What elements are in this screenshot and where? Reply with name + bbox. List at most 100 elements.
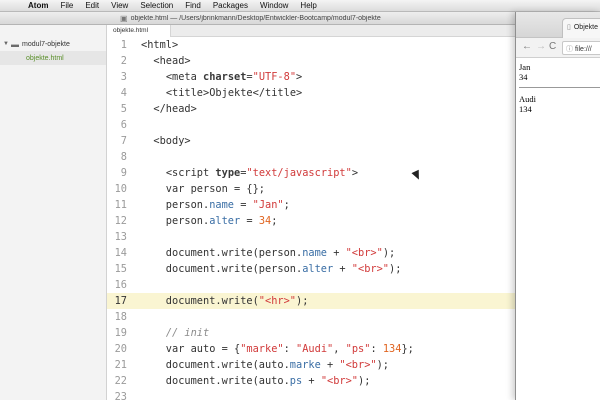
forward-arrow-icon[interactable]: → [536,41,546,52]
code-text: <head> [153,55,191,67]
project-folder-label: modul7-objekte [22,40,70,48]
chevron-down-icon[interactable]: ▼ [3,41,11,47]
code-line[interactable]: 6 [107,117,515,133]
code-text: <html> [141,39,179,51]
page-content: Jan 34 Audi 134 [516,58,600,118]
line-number: 11 [114,199,127,211]
reload-icon[interactable]: C [549,41,556,52]
menu-packages[interactable]: Packages [207,1,254,10]
url-bar[interactable]: ⓘ file:/// [562,41,600,55]
line-number: 23 [114,391,127,400]
line-number: 17 [114,295,127,307]
line-number: 1 [120,39,127,51]
code-text: </head> [153,103,197,115]
browser-toolbar: ← → C ⓘ file:/// [516,38,600,58]
code-editor[interactable]: 1 <html> 2 <head> 3 <meta charset="UTF-8"> 4… [107,37,515,400]
code-line[interactable]: 12 person.alter = 34; [107,213,515,229]
output-person-name: Jan [519,62,531,72]
code-line[interactable]: 4 <title>Objekte</title> [107,85,515,101]
code-line[interactable]: 22 document.write(auto.ps + "<br>"); [107,373,515,389]
menu-help[interactable]: Help [294,1,322,10]
code-line[interactable]: 3 <meta charset="UTF-8"> [107,69,515,85]
code-text: <script type="text/javascript"> [165,167,359,179]
line-number: 4 [120,87,127,99]
code-text: <body> [153,135,191,147]
line-number: 18 [114,311,127,323]
folder-icon: ▬ [11,39,19,49]
code-line[interactable]: 11 person.name = "Jan"; [107,197,515,213]
code-text: var auto = {"marke": "Audi", "ps": 134}; [141,343,414,355]
menu-file[interactable]: File [54,1,79,10]
tree-project-folder[interactable]: ▼ ▬ modul7-objekte [0,37,106,51]
tab-objekte-html[interactable]: objekte.html [107,25,171,37]
code-text: document.write("<hr>"); [141,295,309,307]
back-arrow-icon[interactable]: ← [522,41,532,52]
code-text: person.name = "Jan"; [141,199,290,211]
tree-view: ▼ ▬ modul7-objekte objekte.html [0,25,107,400]
browser-window: ▯ Objekte ← → C ⓘ file:/// Jan 34 Audi 134 [515,12,600,400]
document-icon: ▣ [120,13,128,23]
code-line[interactable]: 20 var auto = {"marke": "Audi", "ps": 13… [107,341,515,357]
window-titlebar[interactable]: ▣ objekte.html — /Users/jbrinkmann/Deskt… [0,12,515,25]
line-number: 7 [120,135,127,147]
browser-tab[interactable]: ▯ Objekte [562,18,600,38]
code-line[interactable]: 21 document.write(auto.marke + "<br>"); [107,357,515,373]
window-title: objekte.html — /Users/jbrinkmann/Desktop… [130,14,381,22]
menu-view[interactable]: View [105,1,134,10]
code-text: document.write(auto.marke + "<br>"); [141,359,390,371]
tree-file-objekte[interactable]: objekte.html [0,51,106,65]
menu-window[interactable]: Window [254,1,294,10]
url-text: file:/// [575,46,592,53]
menu-atom[interactable]: Atom [22,1,54,10]
editor-pane: objekte.html 1 <html> 2 <head> 3 <meta char… [107,25,515,400]
line-number: 16 [114,279,127,291]
code-line[interactable]: 1 <html> [107,37,515,53]
code-line[interactable]: 9 <script type="text/javascript"> [107,165,515,181]
menu-bar: Atom File Edit View Selection Find Packa… [0,0,600,12]
code-line[interactable]: 10 var person = {}; [107,181,515,197]
browser-tab-title: Objekte [573,24,598,31]
code-line[interactable]: 18 [107,309,515,325]
line-number: 6 [120,119,127,131]
line-number: 20 [114,343,127,355]
info-icon[interactable]: ⓘ [566,46,573,53]
tab-bar: objekte.html [107,25,515,37]
line-number: 9 [120,167,127,179]
code-line[interactable]: 17 document.write("<hr>"); [107,293,515,309]
code-text: <title>Objekte</title> [165,87,303,99]
line-number: 14 [114,247,127,259]
line-number: 2 [120,55,127,67]
line-number: 13 [114,231,127,243]
line-number: 8 [120,151,127,163]
line-number: 12 [114,215,127,227]
code-text: document.write(person.alter + "<br>"); [141,263,402,275]
code-text: // init [165,327,210,339]
code-line[interactable]: 14 document.write(person.name + "<br>"); [107,245,515,261]
horizontal-rule [519,87,600,88]
code-text: person.alter = 34; [141,215,278,227]
code-line[interactable]: 8 [107,149,515,165]
code-text: var person = {}; [141,183,265,195]
menu-selection[interactable]: Selection [134,1,179,10]
line-number: 21 [114,359,127,371]
output-person-alter: 34 [519,72,528,82]
code-line[interactable]: 15 document.write(person.alter + "<br>")… [107,261,515,277]
output-auto-ps: 134 [519,104,532,114]
code-line[interactable]: 13 [107,229,515,245]
line-number: 3 [120,71,127,83]
code-line[interactable]: 7 <body> [107,133,515,149]
atom-window: ▣ objekte.html — /Users/jbrinkmann/Deskt… [0,12,515,400]
code-line[interactable]: 5 </head> [107,101,515,117]
line-number: 22 [114,375,127,387]
menu-find[interactable]: Find [179,1,207,10]
code-line[interactable]: 23 [107,389,515,400]
code-line[interactable]: 2 <head> [107,53,515,69]
file-label: objekte.html [26,54,64,62]
line-number: 19 [114,327,127,339]
output-auto-marke: Audi [519,94,536,104]
code-line[interactable]: 19 // init [107,325,515,341]
code-text: <meta charset="UTF-8"> [165,71,303,83]
menu-edit[interactable]: Edit [79,1,105,10]
code-text: document.write(auto.ps + "<br>"); [141,375,371,387]
code-line[interactable]: 16 [107,277,515,293]
